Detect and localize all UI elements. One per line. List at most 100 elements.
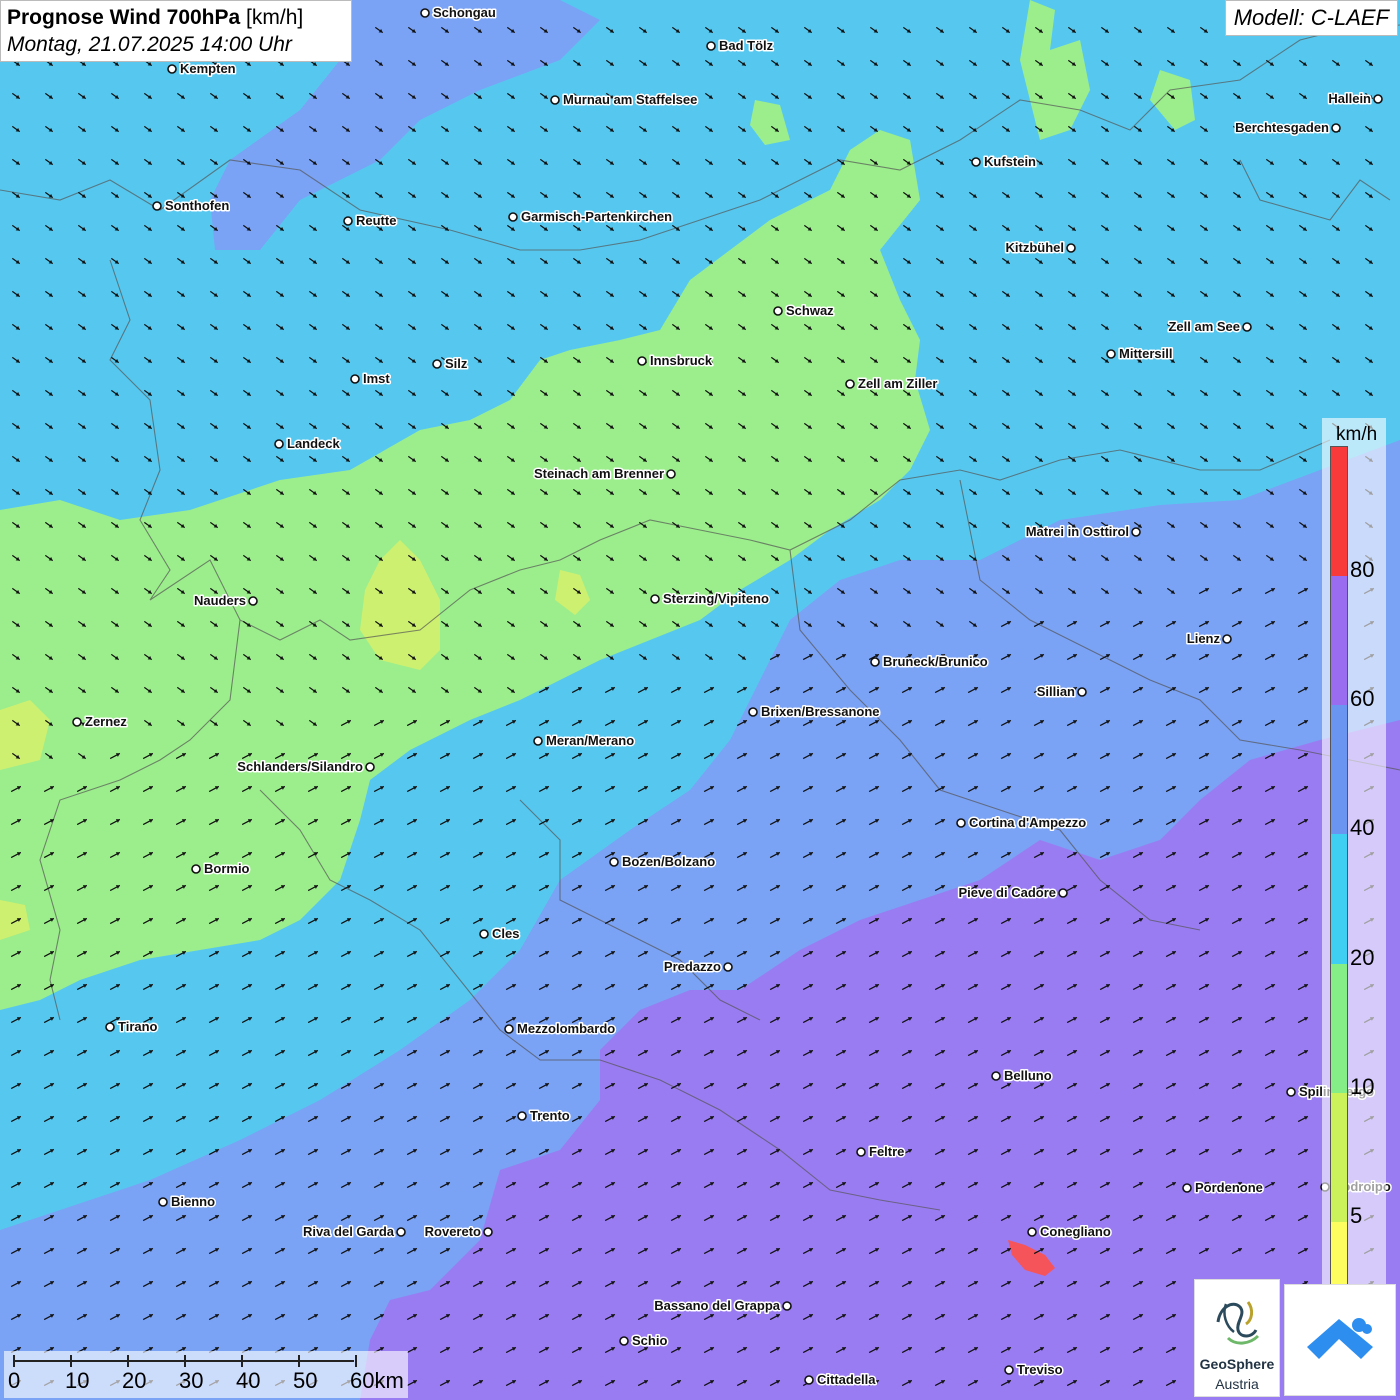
legend-color-segment: [1331, 963, 1347, 1094]
city-label: Matrei in Osttirol: [1026, 524, 1129, 539]
city-marker: Matrei in Osttirol: [1024, 523, 1141, 541]
city-label: Zell am Ziller: [858, 376, 937, 391]
city-dot: [550, 95, 560, 105]
city-marker: Riva del Garda: [301, 1223, 406, 1241]
city-dot: [1331, 123, 1341, 133]
forecast-datetime: Montag, 21.07.2025 14:00 Uhr: [7, 33, 292, 56]
city-dot: [396, 1227, 406, 1237]
city-label: Innsbruck: [650, 353, 713, 368]
city-dot: [365, 762, 375, 772]
city-dot: [1106, 349, 1116, 359]
city-label: Reutte: [356, 213, 396, 228]
legend-tick-label: 80: [1350, 557, 1375, 583]
city-marker: Schongau: [420, 4, 497, 22]
city-dot: [650, 594, 660, 604]
scale-tick-label: 10: [65, 1368, 90, 1393]
city-marker: Bruneck/Brunico: [870, 653, 989, 671]
city-label: Schlanders/Silandro: [237, 759, 363, 774]
city-dot: [533, 736, 543, 746]
city-marker: Berchtesgaden: [1234, 119, 1341, 137]
city-dot: [152, 201, 162, 211]
city-label: Berchtesgaden: [1235, 120, 1329, 135]
city-dot: [1077, 687, 1087, 697]
geosphere-logo-text: GeoSphere: [1199, 1356, 1275, 1372]
city-dot: [804, 1375, 814, 1385]
geosphere-logo-subtext: Austria: [1215, 1376, 1259, 1392]
city-dot: [666, 469, 676, 479]
legend-tick-label: 10: [1350, 1073, 1375, 1099]
scale-tick-label: 60km: [350, 1368, 404, 1393]
city-label: Kempten: [180, 61, 236, 76]
model-label: Modell: C-LAEF: [1224, 0, 1398, 36]
city-label: Bienno: [171, 1194, 215, 1209]
city-dot: [1373, 94, 1383, 104]
city-label: Pordenone: [1195, 1180, 1263, 1195]
city-dot: [1222, 634, 1232, 644]
city-dot: [72, 717, 82, 727]
city-dot: [956, 818, 966, 828]
city-label: Mittersill: [1119, 346, 1172, 361]
city-label: Brixen/Bressanone: [761, 704, 880, 719]
city-label: Treviso: [1017, 1362, 1063, 1377]
city-dot: [782, 1301, 792, 1311]
city-dot: [706, 41, 716, 51]
city-label: Kitzbühel: [1006, 240, 1065, 255]
geosphere-logo: GeoSphere Austria: [1194, 1279, 1280, 1397]
city-dot: [1286, 1087, 1296, 1097]
city-label: Mezzolombardo: [517, 1021, 615, 1036]
city-dot: [483, 1227, 493, 1237]
city-marker: Meran/Merano: [533, 732, 636, 750]
city-marker: Zell am Ziller: [845, 375, 939, 393]
city-label: Bassano del Grappa: [654, 1298, 780, 1313]
city-dot: [1242, 322, 1252, 332]
city-label: Bozen/Bolzano: [622, 854, 715, 869]
city-dot: [191, 864, 201, 874]
city-marker: Pordenone: [1182, 1179, 1264, 1197]
city-label: Rovereto: [425, 1224, 481, 1239]
city-dot: [508, 212, 518, 222]
city-label: Bruneck/Brunico: [883, 654, 988, 669]
city-label: Schongau: [433, 5, 496, 20]
city-dot: [1027, 1227, 1037, 1237]
scale-tick-label: 0: [8, 1368, 21, 1393]
city-dot: [1004, 1365, 1014, 1375]
wind-map: Schongau Bad Tölz Kempten Murnau am Staffel…: [0, 0, 1400, 1400]
city-label: Sterzing/Vipiteno: [663, 591, 769, 606]
city-marker: Conegliano: [1027, 1223, 1112, 1241]
city-dot: [274, 439, 284, 449]
city-label: Cittadella: [817, 1372, 876, 1387]
city-marker: Pieve di Cadore: [957, 884, 1068, 902]
city-dot: [723, 962, 733, 972]
map-title-unit: [km/h]: [246, 6, 304, 29]
legend-color-segment: [1331, 705, 1347, 835]
city-label: Kufstein: [984, 154, 1036, 169]
city-marker: Innsbruck: [637, 352, 714, 370]
city-label: Pieve di Cadore: [958, 885, 1056, 900]
city-label: Lienz: [1187, 631, 1221, 646]
city-label: Murnau am Staffelsee: [563, 92, 697, 107]
geosphere-logo-icon: [1216, 1301, 1260, 1345]
city-dot: [971, 157, 981, 167]
legend-tick-label: 20: [1350, 944, 1375, 970]
city-label: Landeck: [287, 436, 341, 451]
city-dot: [167, 64, 177, 74]
city-dot: [637, 356, 647, 366]
city-dot: [1131, 527, 1141, 537]
city-label: Steinach am Brenner: [534, 466, 664, 481]
city-dot: [870, 657, 880, 667]
city-marker: Brixen/Bressanone: [748, 703, 881, 721]
city-dot: [619, 1336, 629, 1346]
legend-color-segment: [1331, 834, 1347, 965]
city-label: Sonthofen: [165, 198, 229, 213]
scale-bar: 0 10 20 30 40 50 60km: [4, 1351, 408, 1398]
city-label: Cortina d'Ampezzo: [969, 815, 1086, 830]
city-dot: [158, 1197, 168, 1207]
city-dot: [748, 707, 758, 717]
city-label: Bad Tölz: [719, 38, 774, 53]
city-label: Bormio: [204, 861, 250, 876]
legend-unit: km/h: [1336, 424, 1378, 445]
city-dot: [773, 306, 783, 316]
city-dot: [343, 216, 353, 226]
city-dot: [248, 596, 258, 606]
legend-color-segment: [1331, 447, 1347, 577]
